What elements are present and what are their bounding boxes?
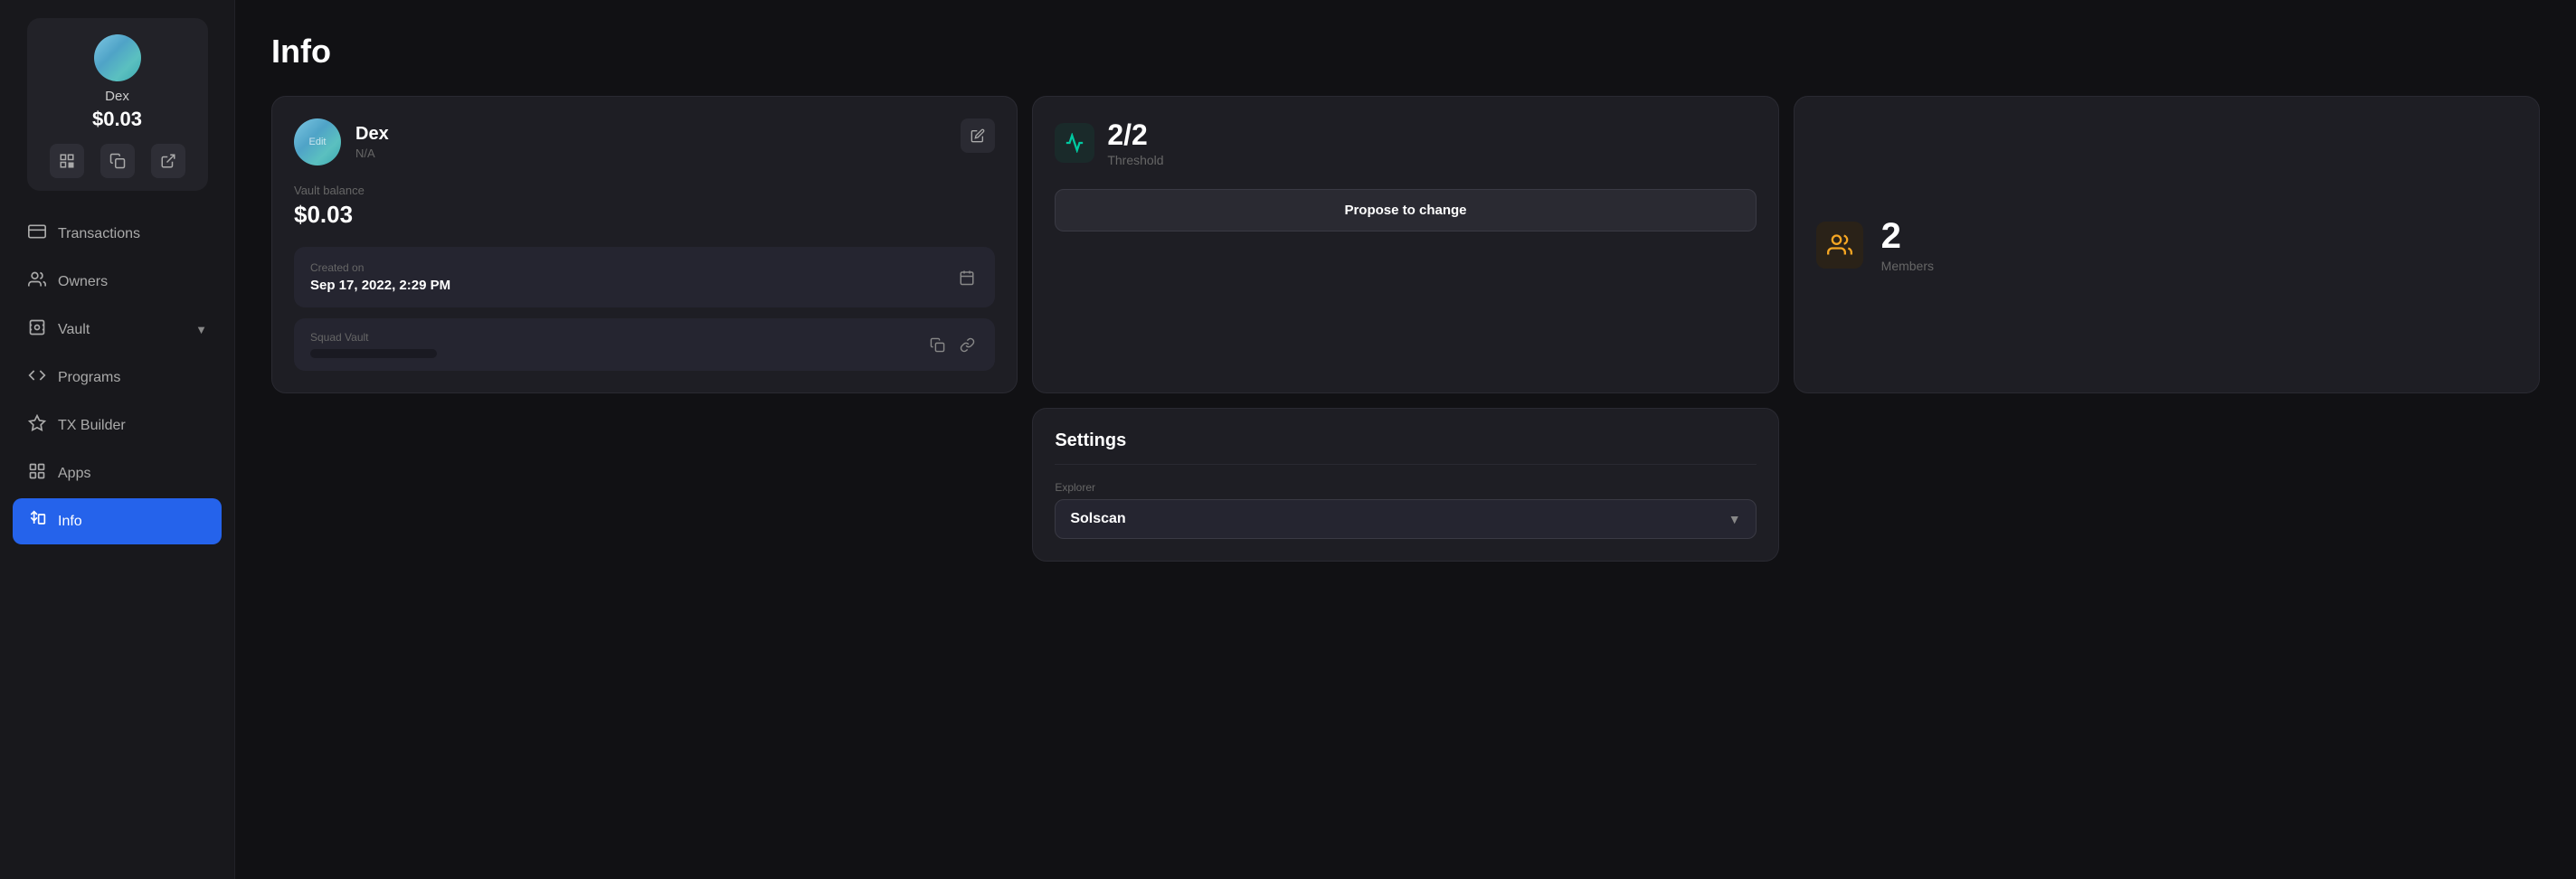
- wallet-link-button[interactable]: [151, 144, 185, 178]
- vault-chevron-icon: ▼: [195, 323, 207, 336]
- code-icon: [27, 366, 47, 389]
- dex-avatar: Edit: [294, 118, 341, 165]
- sidebar-item-tx-builder[interactable]: TX Builder: [13, 402, 222, 449]
- dex-card-header: Edit Dex N/A: [294, 118, 995, 165]
- threshold-icon-wrap: [1055, 123, 1094, 163]
- nav-list: Transactions Owners Vault: [0, 211, 234, 544]
- dex-edit-button[interactable]: [961, 118, 995, 153]
- people-icon: [27, 270, 47, 293]
- squad-vault-card: Squad Vault: [294, 318, 995, 371]
- sidebar: Dex $0.03: [0, 0, 235, 879]
- tx-builder-icon: [27, 414, 47, 437]
- wallet-avatar: [94, 34, 141, 81]
- sidebar-item-apps-label: Apps: [58, 466, 90, 482]
- members-icon-wrap: [1816, 222, 1863, 269]
- card-icon: [27, 222, 47, 245]
- calendar-button[interactable]: [955, 266, 979, 289]
- sidebar-item-transactions-label: Transactions: [58, 226, 140, 242]
- dex-sub: N/A: [355, 146, 946, 160]
- created-on-info: Created on Sep 17, 2022, 2:29 PM: [310, 261, 450, 293]
- sidebar-item-info-label: Info: [58, 514, 82, 530]
- members-info: 2 Members: [1881, 216, 1934, 273]
- sidebar-item-vault[interactable]: Vault ▼: [13, 307, 222, 353]
- members-card: 2 Members: [1794, 96, 2540, 393]
- sidebar-item-apps[interactable]: Apps: [13, 450, 222, 496]
- created-label: Created on: [310, 261, 450, 274]
- explorer-label: Explorer: [1055, 481, 1756, 494]
- vault-balance-value: $0.03: [294, 201, 995, 229]
- threshold-label: Threshold: [1107, 153, 1163, 167]
- dex-name: Dex: [355, 124, 946, 145]
- vault-balance-label: Vault balance: [294, 184, 995, 197]
- members-label: Members: [1881, 259, 1934, 273]
- wallet-qr-button[interactable]: [50, 144, 84, 178]
- sidebar-item-info[interactable]: Info: [13, 498, 222, 544]
- sidebar-item-vault-label: Vault: [58, 322, 90, 338]
- settings-divider: [1055, 464, 1756, 465]
- squad-vault-info: Squad Vault: [310, 331, 437, 358]
- sidebar-item-owners[interactable]: Owners: [13, 259, 222, 305]
- created-on-card: Created on Sep 17, 2022, 2:29 PM: [294, 247, 995, 307]
- vault-icon: [27, 318, 47, 341]
- settings-card: Settings Explorer Solscan ▼: [1032, 408, 1778, 562]
- sidebar-item-programs-label: Programs: [58, 370, 120, 386]
- wallet-name: Dex: [105, 89, 129, 104]
- propose-to-change-button[interactable]: Propose to change: [1055, 189, 1756, 232]
- explorer-chevron-icon: ▼: [1728, 512, 1741, 526]
- squad-vault-actions: [926, 334, 979, 356]
- dex-card: Edit Dex N/A Vault balance $0.03 Created: [271, 96, 1018, 393]
- wallet-actions: [50, 144, 185, 178]
- threshold-info: 2/2 Threshold: [1107, 118, 1163, 167]
- created-value: Sep 17, 2022, 2:29 PM: [310, 278, 450, 293]
- page-title: Info: [271, 33, 2540, 71]
- apps-icon: [27, 462, 47, 485]
- settings-title: Settings: [1055, 430, 1756, 451]
- squad-vault-link-button[interactable]: [956, 334, 979, 356]
- squad-vault-address: [310, 349, 437, 358]
- threshold-card: 2/2 Threshold Propose to change: [1032, 96, 1778, 393]
- dex-info: Dex N/A: [355, 124, 946, 160]
- sidebar-item-transactions[interactable]: Transactions: [13, 211, 222, 257]
- sidebar-item-tx-builder-label: TX Builder: [58, 418, 126, 434]
- wallet-card: Dex $0.03: [27, 18, 208, 191]
- squad-vault-label: Squad Vault: [310, 331, 437, 344]
- wallet-balance: $0.03: [92, 108, 142, 131]
- squad-vault-copy-button[interactable]: [926, 334, 949, 356]
- sidebar-item-programs[interactable]: Programs: [13, 354, 222, 401]
- sidebar-item-owners-label: Owners: [58, 274, 108, 290]
- main-content: Info Edit Dex N/A Vault balance: [235, 0, 2576, 879]
- info-nav-icon: [27, 510, 47, 533]
- explorer-select[interactable]: Solscan ▼: [1055, 499, 1756, 539]
- info-grid: Edit Dex N/A Vault balance $0.03 Created: [271, 96, 2540, 562]
- members-value: 2: [1881, 216, 1934, 257]
- threshold-header: 2/2 Threshold: [1055, 118, 1756, 167]
- explorer-value: Solscan: [1070, 511, 1125, 527]
- threshold-value: 2/2: [1107, 118, 1163, 152]
- wallet-copy-button[interactable]: [100, 144, 135, 178]
